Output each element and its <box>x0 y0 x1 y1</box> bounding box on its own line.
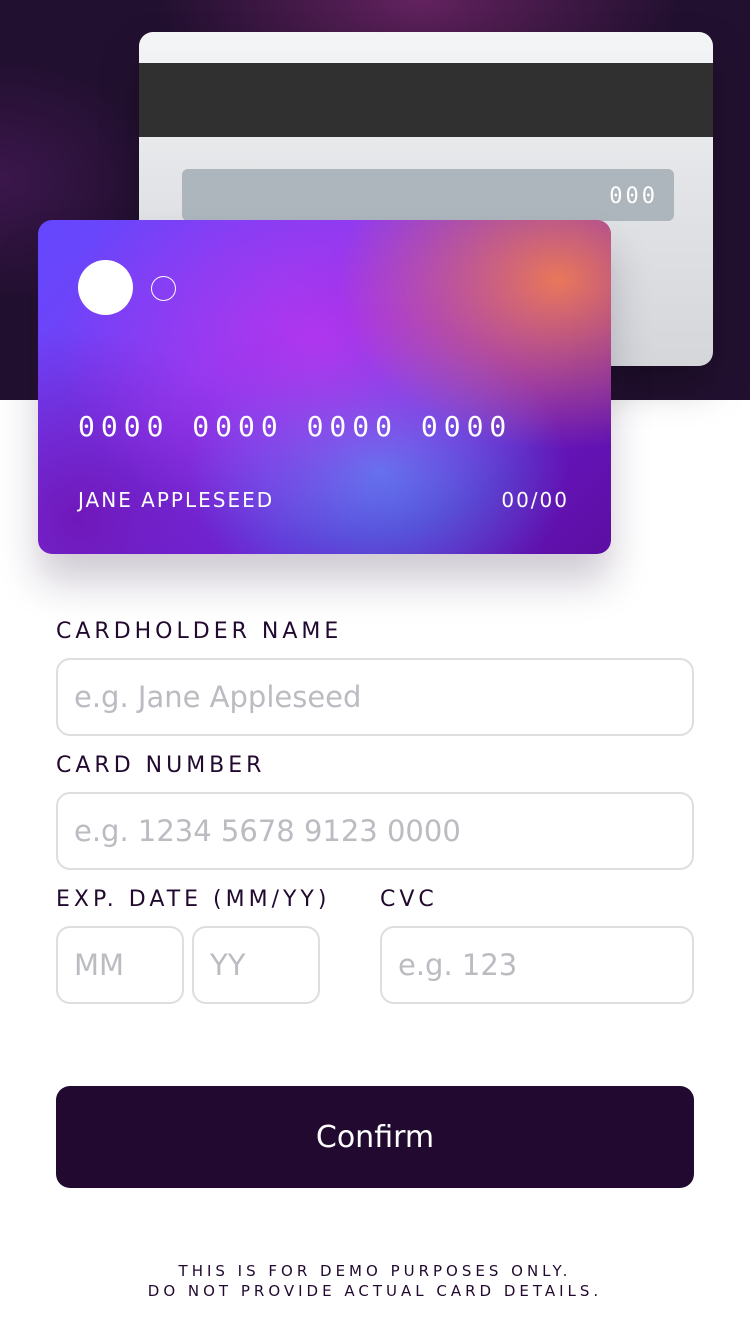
card-back-cvc: 000 <box>609 184 658 209</box>
disclaimer-line-1: THIS IS FOR DEMO PURPOSES ONLY. <box>178 1262 572 1280</box>
cvc-label: CVC <box>380 887 438 912</box>
card-logo-filled-circle-icon <box>78 260 133 315</box>
cvc-input[interactable] <box>380 926 694 1004</box>
card-number-input[interactable] <box>56 792 694 870</box>
card-front-number: 0000 0000 0000 0000 <box>78 410 513 443</box>
card-details-page: 000 0000 0000 0000 0000 JANE APPLESEED 0… <box>0 0 750 1334</box>
card-front-expiry: 00/00 <box>501 488 569 512</box>
cardholder-name-label: CARDHOLDER NAME <box>56 619 343 644</box>
exp-year-input[interactable] <box>192 926 320 1004</box>
cardholder-name-input[interactable] <box>56 658 694 736</box>
magnetic-stripe <box>139 63 713 137</box>
exp-month-input[interactable] <box>56 926 184 1004</box>
exp-date-label: EXP. DATE (MM/YY) <box>56 887 331 912</box>
card-number-label: CARD NUMBER <box>56 753 266 778</box>
card-front-name: JANE APPLESEED <box>78 488 275 512</box>
disclaimer-line-2: DO NOT PROVIDE ACTUAL CARD DETAILS. <box>147 1282 603 1300</box>
card-front: 0000 0000 0000 0000 JANE APPLESEED 00/00 <box>38 220 611 554</box>
signature-strip: 000 <box>182 169 674 221</box>
card-logo-outline-circle-icon <box>151 276 176 301</box>
confirm-button[interactable]: Confirm <box>56 1086 694 1188</box>
